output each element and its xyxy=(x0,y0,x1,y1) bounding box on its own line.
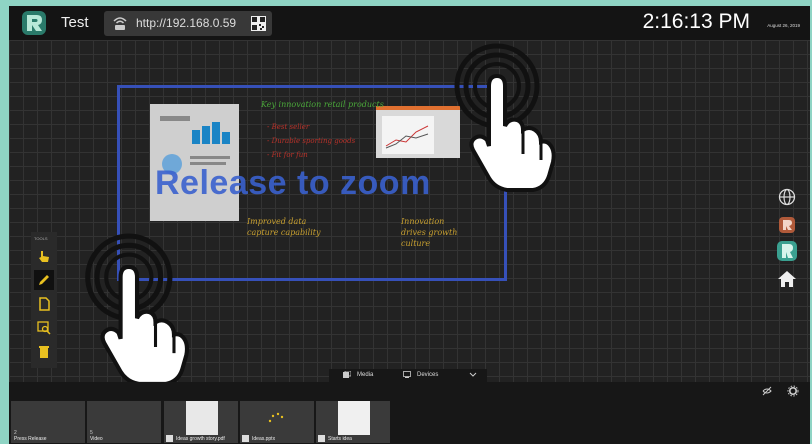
select-tool-button[interactable] xyxy=(34,246,54,266)
media-dock: 2 Press Release 5 Video Ideas growth sto… xyxy=(9,382,810,444)
settings-gear-icon[interactable] xyxy=(787,385,799,397)
slide-thumbnail xyxy=(338,401,370,435)
globe-icon xyxy=(778,188,796,206)
tab-media[interactable]: Media xyxy=(343,371,373,378)
pptx-file-icon xyxy=(242,435,249,442)
tile-label: Ideas.pptx xyxy=(252,436,276,442)
globe-button[interactable] xyxy=(775,185,799,209)
media-file-tile[interactable]: Starts idea xyxy=(316,401,390,443)
app-window: Test http://192.168.0.59 2:16:13 PM Augu… xyxy=(9,6,810,444)
pdf-thumbnail xyxy=(186,401,218,435)
touch-hand-icon xyxy=(85,233,190,386)
touch-hand-icon xyxy=(454,43,556,192)
media-folder-tile[interactable]: 5 Video xyxy=(87,401,161,443)
toolbar-label: TOOLS xyxy=(34,236,48,241)
clock-time: 2:16:13 PM xyxy=(642,10,750,33)
home-icon xyxy=(778,271,796,287)
left-toolbar: TOOLS xyxy=(31,232,57,368)
network-icon xyxy=(113,17,127,30)
url-box[interactable]: http://192.168.0.59 xyxy=(104,11,272,36)
hide-icon[interactable] xyxy=(761,385,773,397)
pdf-file-icon xyxy=(166,435,173,442)
file-icon xyxy=(318,435,325,442)
app-icon xyxy=(779,217,795,233)
tab-devices[interactable]: Devices xyxy=(403,371,438,378)
home-button[interactable] xyxy=(775,267,799,291)
zoom-tool-button[interactable] xyxy=(34,318,54,338)
media-icon xyxy=(343,371,351,378)
page-tool-button[interactable] xyxy=(34,294,54,314)
pen-tool-button[interactable] xyxy=(34,270,54,290)
pen-icon xyxy=(39,275,49,285)
logo-button[interactable] xyxy=(775,239,799,263)
tile-label: Video xyxy=(90,436,103,442)
app-logo-icon[interactable] xyxy=(21,10,47,36)
tile-label: Starts idea xyxy=(328,436,352,442)
app-title: Test xyxy=(61,14,89,31)
top-bar: Test http://192.168.0.59 2:16:13 PM Augu… xyxy=(9,6,810,40)
tab-label: Devices xyxy=(417,371,439,378)
trash-icon xyxy=(39,346,49,358)
chevron-down-icon[interactable] xyxy=(469,372,477,378)
clock-date: August 26, 2019 xyxy=(767,23,800,28)
whiteboard-canvas[interactable]: Key innovation retail products - Best se… xyxy=(9,40,810,386)
logo-icon xyxy=(777,241,797,261)
tile-label: Ideas growth story.pdf xyxy=(176,436,225,442)
tile-label: Press Release xyxy=(14,436,47,442)
devices-icon xyxy=(403,371,411,378)
page-icon xyxy=(39,297,50,311)
hand-pointer-icon xyxy=(39,251,49,262)
zoom-area-icon xyxy=(37,321,51,335)
release-to-zoom-text: Release to zoom xyxy=(155,164,431,202)
media-folder-tile[interactable]: 2 Press Release xyxy=(11,401,85,443)
media-file-tile[interactable]: Ideas growth story.pdf xyxy=(164,401,238,443)
app-button[interactable] xyxy=(775,213,799,237)
loading-spinner-icon xyxy=(268,412,284,423)
delete-tool-button[interactable] xyxy=(34,342,54,362)
media-file-tile[interactable]: Ideas.pptx xyxy=(240,401,314,443)
url-text: http://192.168.0.59 xyxy=(136,16,237,30)
tab-label: Media xyxy=(357,371,374,378)
dock-tabs: Media Devices xyxy=(329,369,487,382)
qr-code-icon[interactable] xyxy=(251,16,266,31)
